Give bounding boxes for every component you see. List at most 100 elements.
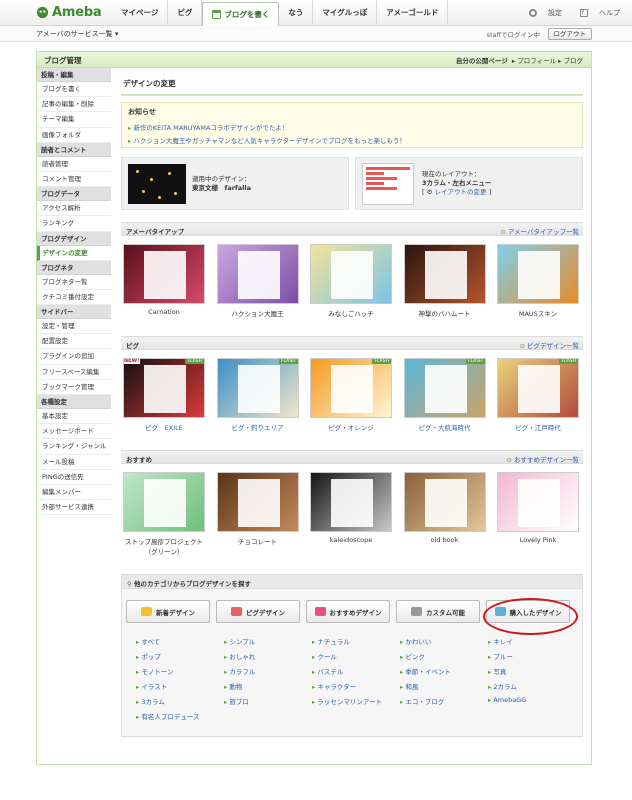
category-link[interactable]: パステル xyxy=(312,666,400,676)
sidebar-item[interactable]: 読者管理 xyxy=(37,157,111,172)
design-thumbnail[interactable] xyxy=(403,472,486,532)
design-thumbnail[interactable] xyxy=(497,472,579,532)
design-card[interactable]: FLASH ピグ・オレンジ xyxy=(310,358,392,438)
sidebar-item[interactable]: コメント管理 xyxy=(37,172,111,188)
nav-pigg[interactable]: ピグ xyxy=(168,0,203,26)
design-card[interactable]: NEW! FLASH ピグ EXILE xyxy=(123,358,205,438)
category-link[interactable]: エコ・ブログ xyxy=(400,696,488,706)
design-name[interactable]: kaleidoscope xyxy=(310,536,392,544)
sidebar-item[interactable]: クチコミ番付設定 xyxy=(37,290,111,306)
category-link[interactable]: キレイ xyxy=(488,636,576,646)
design-name[interactable]: Lovely Pink xyxy=(497,536,579,544)
sidebar-item[interactable]: 編集メンバー xyxy=(37,485,111,501)
design-card[interactable]: FLASH ピグ・江戸時代 xyxy=(497,358,579,438)
category-link[interactable]: ブルー xyxy=(488,651,576,661)
design-name[interactable]: old book xyxy=(404,536,486,544)
design-card[interactable]: チョコレート xyxy=(216,472,299,552)
design-card[interactable]: Carnation xyxy=(123,244,205,324)
design-thumbnail[interactable]: NEW! FLASH xyxy=(123,358,205,418)
design-card[interactable]: MAUSスキン xyxy=(497,244,579,324)
design-name[interactable]: Carnation xyxy=(123,308,205,316)
nav-write-blog[interactable]: ブログを書く xyxy=(202,1,280,26)
design-thumbnail[interactable] xyxy=(216,244,299,304)
category-link[interactable]: クール xyxy=(312,651,400,661)
sidebar-item[interactable]: プラグインの追加 xyxy=(37,349,111,365)
category-link[interactable]: ナチュラル xyxy=(312,636,400,646)
nav-mypage[interactable]: マイページ xyxy=(112,0,169,26)
blog-link[interactable]: ブログ xyxy=(564,57,584,65)
sidebar-item[interactable]: ランキング xyxy=(37,216,111,232)
category-button-0[interactable]: 新着デザイン xyxy=(126,600,210,623)
design-name[interactable]: ピグ・オレンジ xyxy=(310,422,392,432)
category-button-2[interactable]: おすすめデザイン xyxy=(306,600,390,623)
sidebar-item[interactable]: 基本設定 xyxy=(37,409,111,425)
design-thumbnail[interactable] xyxy=(216,472,299,532)
design-name[interactable]: ピグ・釣りエリア xyxy=(217,422,299,432)
category-button-3[interactable]: カスタム可能 xyxy=(396,600,480,623)
category-link[interactable]: AmebaGG xyxy=(488,696,576,706)
design-name[interactable]: チョコレート xyxy=(217,536,299,546)
design-thumbnail[interactable] xyxy=(123,472,205,532)
design-thumbnail[interactable]: FLASH xyxy=(216,358,299,418)
sidebar-item[interactable]: メール投稿 xyxy=(37,455,111,470)
category-link[interactable]: かわいい xyxy=(400,636,488,646)
design-thumbnail[interactable]: FLASH xyxy=(403,358,486,418)
settings-link[interactable]: 設定 xyxy=(520,8,562,18)
category-link[interactable]: 季節・イベント xyxy=(400,666,488,676)
sidebar-item[interactable]: フリースペース編集 xyxy=(37,365,111,380)
help-link[interactable]: ? ヘルプ xyxy=(571,8,620,18)
design-card[interactable]: ハクション大魔王 xyxy=(216,244,299,324)
design-thumbnail[interactable]: FLASH xyxy=(497,358,579,418)
design-thumbnail[interactable]: FLASH xyxy=(310,358,392,418)
design-name[interactable]: ピグ・大航海時代 xyxy=(404,422,486,432)
design-thumbnail[interactable] xyxy=(310,472,392,532)
category-link[interactable]: 2カラム xyxy=(488,681,576,691)
design-card[interactable]: 神撃のバハムート xyxy=(403,244,486,324)
sidebar-item[interactable]: テーマ編集 xyxy=(37,112,111,128)
section-list-link[interactable]: ピグデザイン一覧 xyxy=(519,340,579,350)
public-page-link[interactable]: 自分の公開ページ xyxy=(456,57,508,65)
design-card[interactable]: kaleidoscope xyxy=(310,472,392,552)
sidebar-item[interactable]: ランキング・ジャンル xyxy=(37,439,111,455)
design-name[interactable]: みなしごハッチ xyxy=(310,308,392,318)
category-button-1[interactable]: ピグデザイン xyxy=(216,600,300,623)
ameba-logo[interactable]: Ameba xyxy=(36,0,112,26)
category-link[interactable]: 動物 xyxy=(224,681,312,691)
sidebar-item[interactable]: アクセス解析 xyxy=(37,201,111,217)
sidebar-item[interactable]: PINGの送信先 xyxy=(37,470,111,485)
logout-button[interactable]: ログアウト xyxy=(547,28,592,40)
design-card[interactable]: FLASH ピグ・釣りエリア xyxy=(216,358,299,438)
category-link[interactable]: カラフル xyxy=(224,666,312,676)
sidebar-item[interactable]: 設定・管理 xyxy=(37,319,111,335)
sidebar-item[interactable]: デザインの変更 xyxy=(37,245,111,261)
section-list-link[interactable]: アメーバタイアップ一覧 xyxy=(500,226,579,236)
sidebar-item[interactable]: ブログネタ一覧 xyxy=(37,275,111,290)
category-link[interactable]: シンプル xyxy=(224,636,312,646)
design-thumbnail[interactable] xyxy=(497,244,579,304)
design-name[interactable]: ピグ・江戸時代 xyxy=(497,422,579,432)
sidebar-item[interactable]: 画像フォルダ xyxy=(37,128,111,143)
change-layout-link[interactable]: レイアウトの変更 xyxy=(435,188,487,196)
sidebar-item[interactable]: 配置設定 xyxy=(37,334,111,350)
design-name[interactable]: ハクション大魔王 xyxy=(217,308,299,318)
category-link[interactable]: 3カラム xyxy=(136,696,224,706)
sidebar-item[interactable]: メッセージボード xyxy=(37,424,111,440)
section-list-link[interactable]: おすすめデザイン一覧 xyxy=(506,454,579,464)
category-link[interactable]: モノトーン xyxy=(136,666,224,676)
category-link[interactable]: ラッセンマリンアート xyxy=(312,696,400,706)
design-card[interactable]: ストップ風疹プロジェクト（グリーン） xyxy=(123,472,205,556)
design-name[interactable]: ピグ EXILE xyxy=(123,422,205,432)
design-name[interactable]: ストップ風疹プロジェクト（グリーン） xyxy=(123,536,205,556)
category-link[interactable]: 旅ブロ xyxy=(224,696,312,706)
category-link[interactable]: ポップ xyxy=(136,651,224,661)
design-thumbnail[interactable] xyxy=(123,244,205,304)
design-thumbnail[interactable] xyxy=(310,244,392,304)
sidebar-item[interactable]: ブログを書く xyxy=(37,82,111,98)
category-link[interactable]: 和風 xyxy=(400,681,488,691)
category-link[interactable]: すべて xyxy=(136,636,224,646)
design-card[interactable]: old book xyxy=(403,472,486,552)
notice-link[interactable]: 新作のKEITA MARUYAMAコラボデザインがでたよ！ xyxy=(128,122,576,132)
category-link[interactable]: イラスト xyxy=(136,681,224,691)
sidebar-item[interactable]: 記事の編集・削除 xyxy=(37,97,111,113)
design-name[interactable]: 神撃のバハムート xyxy=(404,308,486,318)
